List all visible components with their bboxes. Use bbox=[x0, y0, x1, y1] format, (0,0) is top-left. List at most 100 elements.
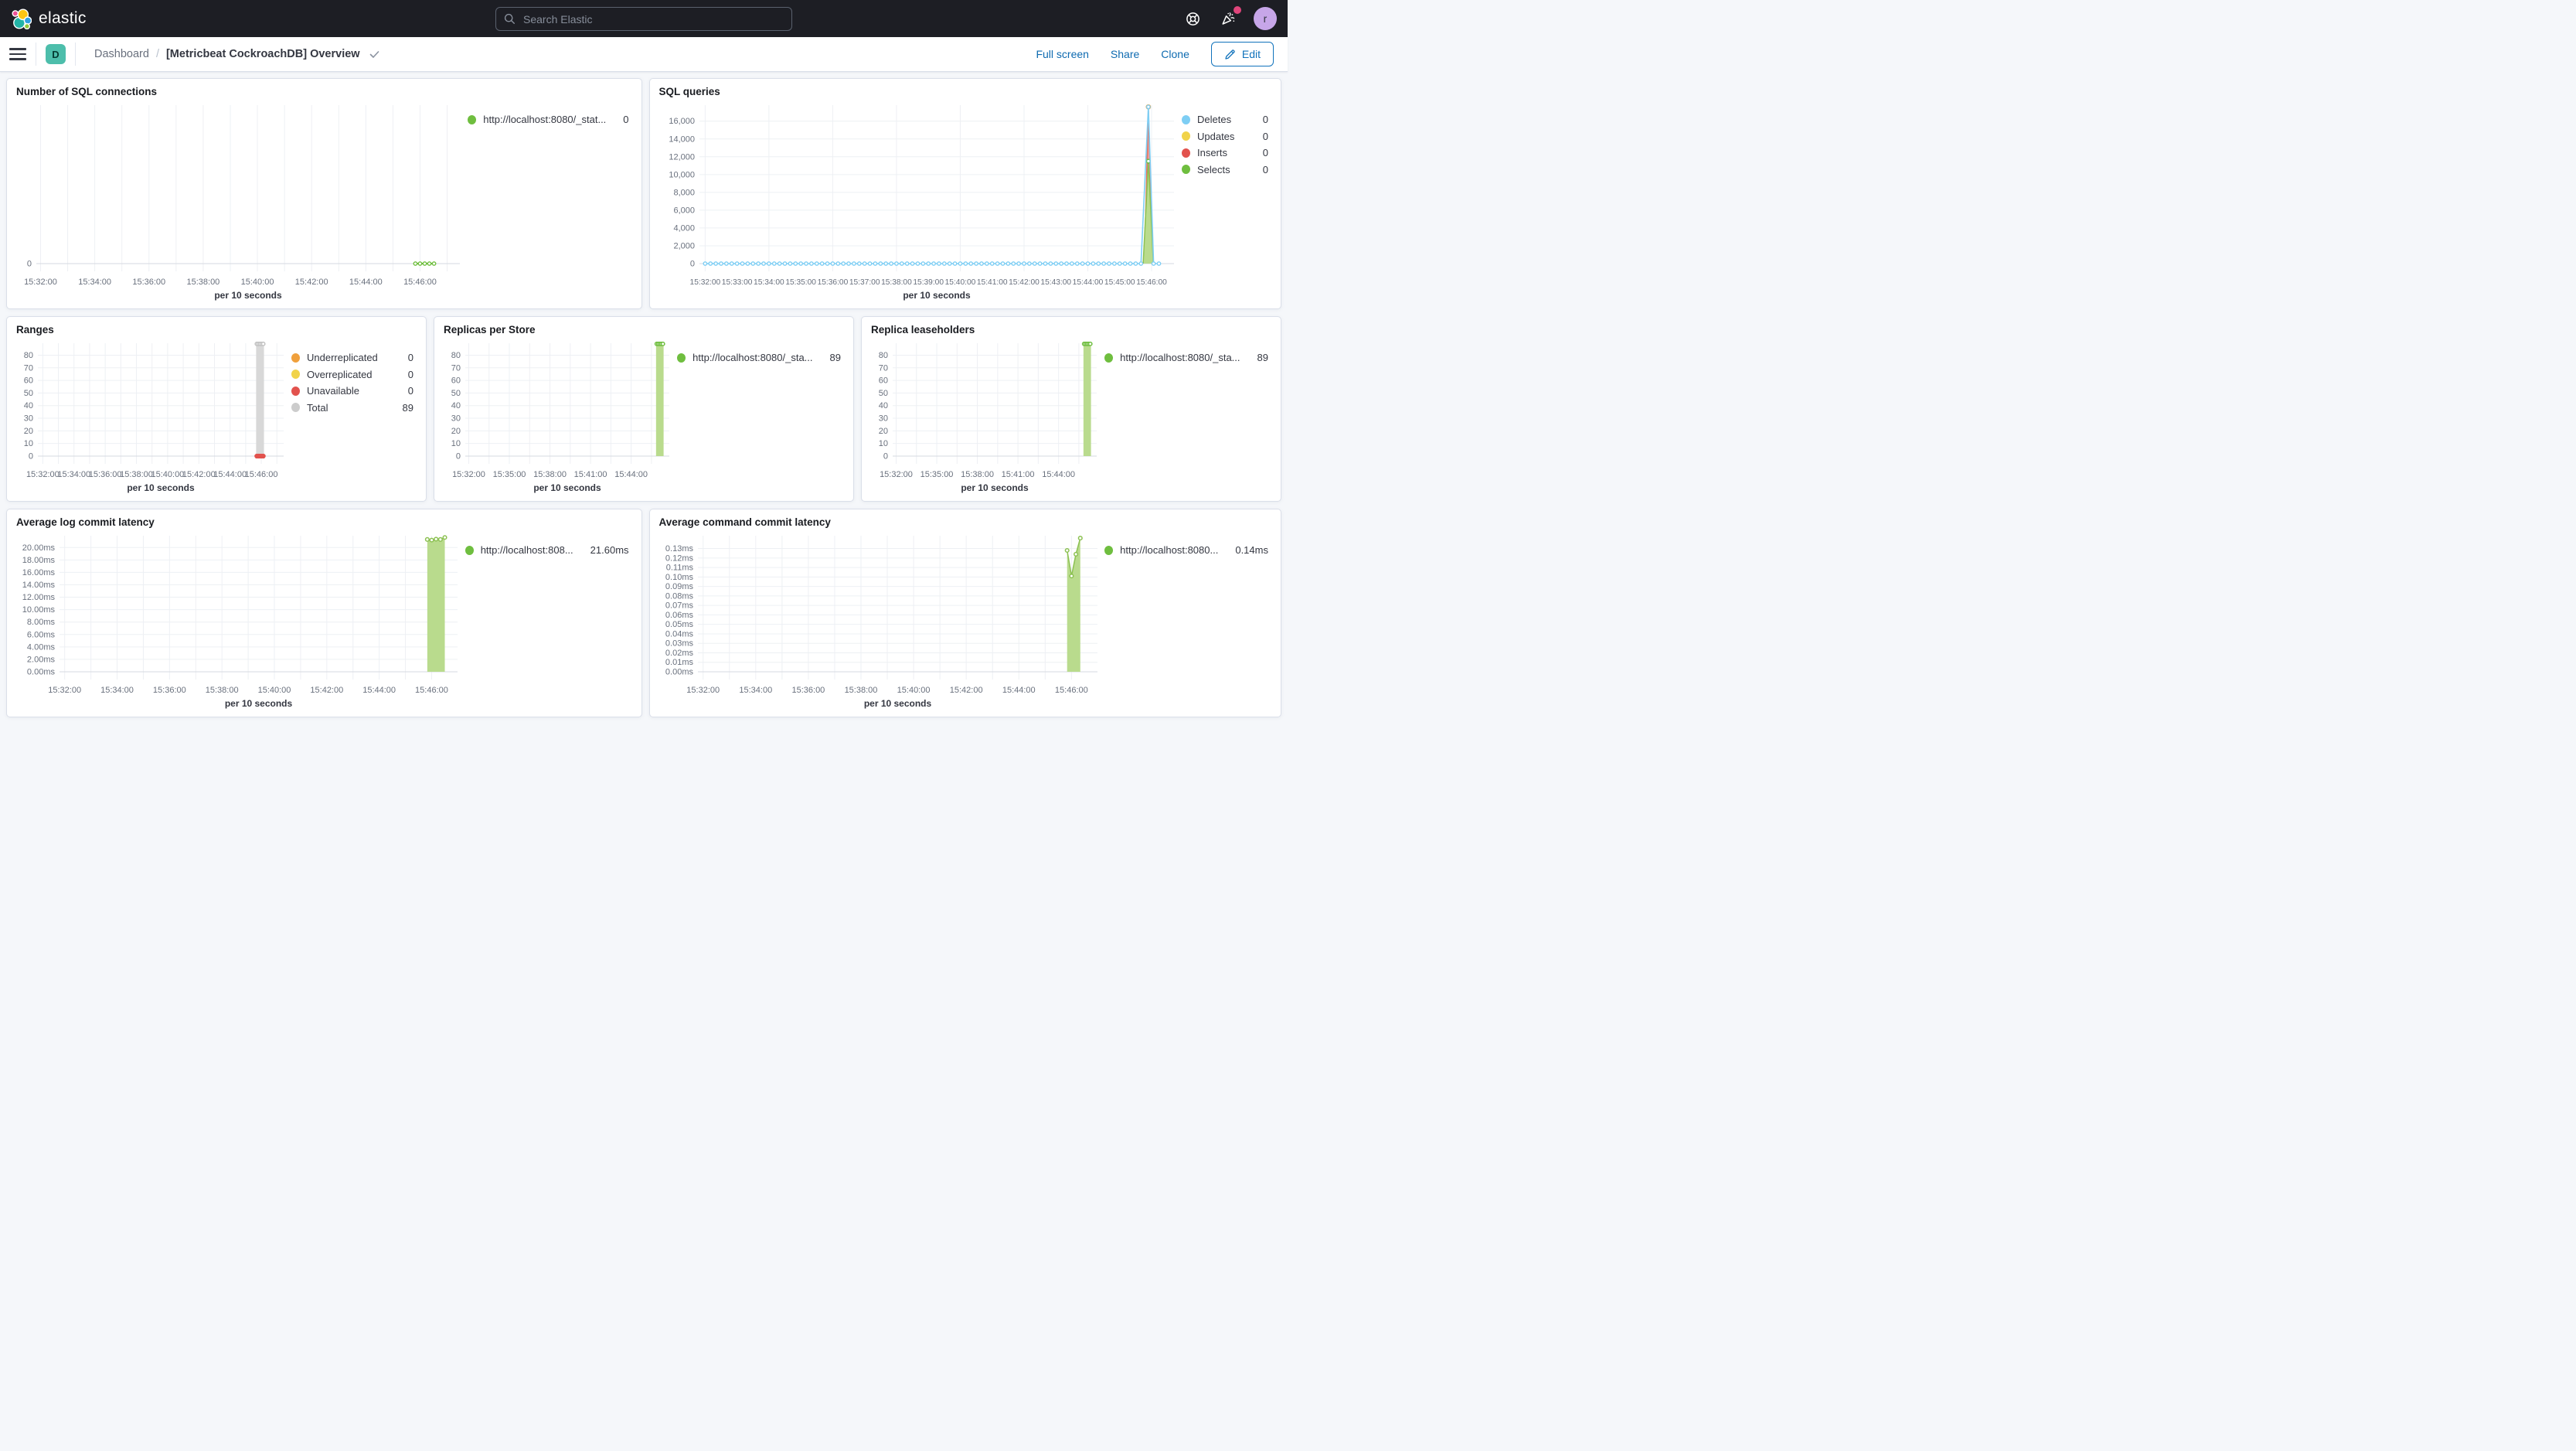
svg-text:15:32:00: 15:32:00 bbox=[686, 686, 720, 695]
avg-command-commit-latency-chart[interactable]: 0.00ms 0.01ms 0.02ms 0.03ms 0.04ms 0.05ms 0.06… bbox=[659, 530, 1104, 714]
space-badge-label: D bbox=[52, 48, 60, 60]
svg-text:4.00ms: 4.00ms bbox=[27, 642, 56, 652]
svg-text:per 10 seconds: per 10 seconds bbox=[214, 290, 282, 301]
svg-text:10,000: 10,000 bbox=[669, 170, 695, 179]
ranges-chart[interactable]: 0 10 20 30 40 50 60 70 80 15:32:00 15:34:00 15:36:0… bbox=[16, 337, 290, 498]
svg-text:6,000: 6,000 bbox=[673, 206, 695, 215]
legend-swatch-icon bbox=[1181, 131, 1190, 141]
svg-text:per 10 seconds: per 10 seconds bbox=[961, 482, 1029, 493]
svg-text:15:41:00: 15:41:00 bbox=[574, 470, 607, 479]
svg-text:14.00ms: 14.00ms bbox=[22, 581, 56, 590]
svg-text:16.00ms: 16.00ms bbox=[22, 568, 56, 577]
svg-text:0.09ms: 0.09ms bbox=[665, 582, 693, 591]
dashboard-toolbar: D Dashboard / [Metricbeat CockroachDB] O… bbox=[0, 37, 1288, 72]
svg-text:15:38:00: 15:38:00 bbox=[961, 470, 994, 479]
svg-text:0.07ms: 0.07ms bbox=[665, 601, 693, 611]
svg-text:15:46:00: 15:46:00 bbox=[1136, 278, 1167, 287]
svg-text:15:32:00: 15:32:00 bbox=[880, 470, 913, 479]
svg-text:15:42:00: 15:42:00 bbox=[295, 278, 328, 287]
breadcrumb-dashboard-link[interactable]: Dashboard bbox=[94, 48, 149, 60]
svg-text:14,000: 14,000 bbox=[669, 135, 695, 144]
svg-text:per 10 seconds: per 10 seconds bbox=[863, 698, 931, 709]
legend-item[interactable]: Inserts 0 bbox=[1181, 145, 1268, 162]
space-badge[interactable]: D bbox=[46, 44, 66, 64]
svg-text:40: 40 bbox=[24, 401, 33, 410]
svg-text:15:32:00: 15:32:00 bbox=[689, 278, 720, 287]
legend-item[interactable]: Underreplicated 0 bbox=[291, 349, 413, 366]
svg-text:6.00ms: 6.00ms bbox=[27, 630, 56, 639]
chart-legend: http://localhost:8080/_sta... 89 bbox=[675, 337, 846, 498]
title-dropdown-button[interactable] bbox=[369, 49, 380, 60]
legend-item[interactable]: Overreplicated 0 bbox=[291, 366, 413, 383]
legend-item[interactable]: http://localhost:8080/_stat... 0 bbox=[468, 111, 629, 128]
global-search[interactable] bbox=[495, 7, 792, 31]
svg-text:15:38:00: 15:38:00 bbox=[206, 686, 239, 695]
panel-title: Ranges bbox=[16, 324, 54, 336]
whats-new-button[interactable] bbox=[1218, 6, 1241, 29]
svg-text:15:45:00: 15:45:00 bbox=[1104, 278, 1135, 287]
svg-text:10: 10 bbox=[879, 439, 888, 448]
svg-text:20.00ms: 20.00ms bbox=[22, 543, 56, 553]
svg-text:15:37:00: 15:37:00 bbox=[849, 278, 880, 287]
legend-item[interactable]: Unavailable 0 bbox=[291, 383, 413, 400]
svg-text:15:41:00: 15:41:00 bbox=[976, 278, 1007, 287]
svg-text:15:36:00: 15:36:00 bbox=[817, 278, 848, 287]
chart-legend: http://localhost:808... 21.60ms bbox=[464, 530, 634, 714]
panel-replicas-per-store: Replicas per Store 0 10 20 30 40 50 60 70 80 15:3… bbox=[434, 316, 854, 502]
share-button[interactable]: Share bbox=[1111, 48, 1139, 60]
edit-button[interactable]: Edit bbox=[1210, 42, 1274, 66]
svg-text:15:39:00: 15:39:00 bbox=[913, 278, 944, 287]
legend-item[interactable]: http://localhost:8080/_sta... 89 bbox=[677, 349, 841, 366]
svg-text:15:42:00: 15:42:00 bbox=[310, 686, 343, 695]
legend-swatch-icon bbox=[1181, 148, 1190, 158]
svg-text:0.13ms: 0.13ms bbox=[665, 544, 693, 553]
legend-item[interactable]: http://localhost:8080... 0.14ms bbox=[1104, 542, 1268, 559]
pencil-icon bbox=[1225, 49, 1235, 60]
svg-text:40: 40 bbox=[879, 401, 888, 410]
user-avatar[interactable]: r bbox=[1254, 7, 1277, 30]
svg-text:0: 0 bbox=[456, 452, 461, 462]
legend-item[interactable]: Updates 0 bbox=[1181, 128, 1268, 145]
legend-item[interactable]: http://localhost:808... 21.60ms bbox=[464, 542, 629, 559]
full-screen-button[interactable]: Full screen bbox=[1036, 48, 1088, 60]
svg-text:0.04ms: 0.04ms bbox=[665, 629, 693, 639]
svg-text:15:38:00: 15:38:00 bbox=[844, 686, 877, 695]
svg-text:40: 40 bbox=[451, 401, 461, 410]
svg-text:15:44:00: 15:44:00 bbox=[1002, 686, 1035, 695]
legend-item[interactable]: http://localhost:8080/_sta... 89 bbox=[1104, 349, 1268, 366]
sql-connections-chart[interactable]: 0 15:32:00 15:34:00 15:36:00 15:38:00 15:40:0… bbox=[16, 99, 466, 305]
legend-item[interactable]: Selects 0 bbox=[1181, 162, 1268, 179]
sql-queries-chart[interactable]: 0 2,000 4,000 6,000 8,000 10,000 12,000 14,000 1… bbox=[659, 99, 1180, 305]
legend-value: 0 bbox=[407, 352, 413, 364]
svg-text:50: 50 bbox=[879, 389, 888, 398]
elastic-brand[interactable]: elastic bbox=[11, 9, 87, 29]
help-button[interactable] bbox=[1183, 9, 1203, 29]
legend-swatch-icon bbox=[1104, 353, 1114, 363]
clone-button[interactable]: Clone bbox=[1161, 48, 1189, 60]
legend-swatch-icon bbox=[1181, 165, 1190, 175]
avg-log-commit-latency-chart[interactable]: 0.00ms 2.00ms 4.00ms 6.00ms 8.00ms 10.00ms 12.… bbox=[16, 530, 464, 714]
svg-text:20: 20 bbox=[24, 427, 33, 436]
legend-label: Total bbox=[307, 401, 328, 414]
svg-text:60: 60 bbox=[451, 376, 461, 386]
svg-text:30: 30 bbox=[451, 414, 461, 424]
legend-label: Unavailable bbox=[307, 385, 359, 397]
legend-label: http://localhost:8080... bbox=[1120, 544, 1219, 557]
menu-button[interactable] bbox=[9, 48, 26, 60]
svg-text:0.12ms: 0.12ms bbox=[665, 553, 693, 563]
dashboard-grid: Number of SQL connections 0 15:32:00 15:34… bbox=[0, 72, 1288, 724]
svg-text:15:42:00: 15:42:00 bbox=[1009, 278, 1040, 287]
search-input[interactable] bbox=[522, 12, 784, 26]
legend-item[interactable]: Deletes 0 bbox=[1181, 111, 1268, 128]
replicas-per-store-chart[interactable]: 0 10 20 30 40 50 60 70 80 15:32:00 15:35:00 15:38:0… bbox=[444, 337, 675, 498]
svg-text:15:44:00: 15:44:00 bbox=[1042, 470, 1075, 479]
svg-text:20: 20 bbox=[451, 427, 461, 436]
panel-replica-leaseholders: Replica leaseholders 0 10 20 30 40 50 60 70 80 15… bbox=[861, 316, 1281, 502]
svg-text:per 10 seconds: per 10 seconds bbox=[903, 290, 971, 301]
svg-text:0.05ms: 0.05ms bbox=[665, 620, 693, 629]
panel-sql-connections: Number of SQL connections 0 15:32:00 15:34… bbox=[6, 78, 642, 309]
svg-text:0: 0 bbox=[29, 452, 33, 462]
replica-leaseholders-chart[interactable]: 0 10 20 30 40 50 60 70 80 15:32:00 15:35:00 15:38:0… bbox=[871, 337, 1103, 498]
legend-item[interactable]: Total 89 bbox=[291, 400, 413, 417]
legend-value: 0 bbox=[623, 114, 629, 126]
